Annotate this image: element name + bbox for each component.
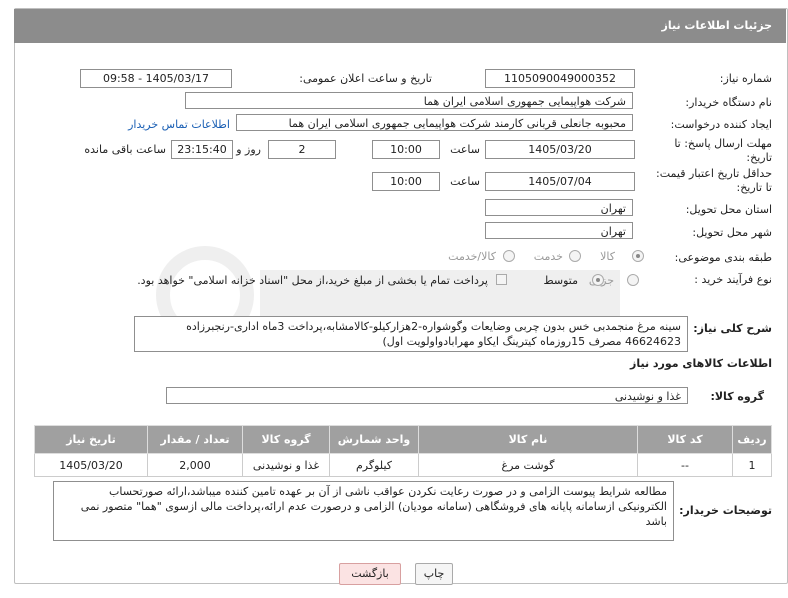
category-option-both: کالا/خدمت <box>448 250 496 263</box>
city-field: تهران <box>485 222 633 239</box>
announce-label: تاریخ و ساعت اعلان عمومی: <box>299 72 432 85</box>
buyer-notes-field: مطالعه شرایط پیوست الزامی و در صورت رعای… <box>53 481 674 541</box>
remaining-time-field: 23:15:40 <box>171 140 233 159</box>
cell-goods-name: گوشت مرغ <box>418 453 638 477</box>
purchase-type-label: نوع فرآیند خرید : <box>694 273 772 286</box>
price-validity-date-field: 1405/07/04 <box>485 172 635 191</box>
announce-field: 1405/03/17 - 09:58 <box>80 69 232 88</box>
reply-deadline-label-2: تاریخ: <box>746 151 772 164</box>
panel-header: جزئیات اطلاعات نیاز <box>14 9 786 43</box>
price-validity-time-field: 10:00 <box>372 172 440 191</box>
cell-quantity: 2,000 <box>147 453 243 477</box>
remaining-label: ساعت باقی مانده <box>84 143 166 156</box>
creator-label: ایجاد کننده درخواست: <box>670 118 772 131</box>
price-validity-label-1: حداقل تاریخ اعتبار قیمت: <box>656 167 772 180</box>
category-option-service: خدمت <box>533 250 563 263</box>
buyer-org-field: شرکت هواپیمایی جمهوری اسلامی ایران هما <box>185 92 633 109</box>
cell-row-number: 1 <box>732 453 772 477</box>
reply-date-field: 1405/03/20 <box>485 140 635 159</box>
reply-deadline-label-1: مهلت ارسال پاسخ: تا <box>674 137 772 150</box>
need-number-field: 1105090049000352 <box>485 69 635 88</box>
th-goods-name: نام کالا <box>418 425 638 454</box>
description-field: سینه مرغ منجمدبی خس بدون چربی وضایعات وگ… <box>134 316 688 352</box>
treasury-checkbox[interactable] <box>496 274 507 285</box>
cell-unit: کیلوگرم <box>329 453 419 477</box>
province-field: تهران <box>485 199 633 216</box>
th-quantity: تعداد / مقدار <box>147 425 243 454</box>
cell-need-date: 1405/03/20 <box>34 453 148 477</box>
goods-info-title: اطلاعات کالاهای مورد نیاز <box>630 357 772 370</box>
category-label: طبقه بندی موضوعی: <box>674 251 772 264</box>
reply-days-label: روز و <box>236 143 261 156</box>
th-need-date: تاریخ نیاز <box>34 425 148 454</box>
category-radio-both[interactable] <box>503 250 515 262</box>
province-label: استان محل تحویل: <box>685 203 772 216</box>
goods-group-field: غذا و نوشیدنی <box>166 387 688 404</box>
buyer-org-label: نام دستگاه خریدار: <box>685 96 772 109</box>
table-row: 1 -- گوشت مرغ کیلوگرم غذا و نوشیدنی 2,00… <box>34 453 772 477</box>
goods-group-label: گروه کالا: <box>710 390 764 403</box>
category-radio-service[interactable] <box>569 250 581 262</box>
buyer-notes-label: توضیحات خریدار: <box>679 504 772 517</box>
category-option-goods: کالا <box>600 250 615 263</box>
description-label: شرح کلی نیاز: <box>693 322 772 335</box>
city-label: شهر محل تحویل: <box>692 226 772 239</box>
reply-time-field: 10:00 <box>372 140 440 159</box>
purchase-radio-medium[interactable] <box>592 274 604 286</box>
cell-goods-group: غذا و نوشیدنی <box>242 453 330 477</box>
back-button[interactable]: بازگشت <box>339 563 401 585</box>
table-header-row: ردیف کد کالا نام کالا واحد شمارش گروه کا… <box>34 425 772 454</box>
reply-days-field: 2 <box>268 140 336 159</box>
purchase-option-medium: متوسط <box>543 274 578 287</box>
need-number-label: شماره نیاز: <box>719 72 772 85</box>
price-validity-time-label: ساعت <box>450 175 480 188</box>
purchase-radio-minor[interactable] <box>627 274 639 286</box>
th-unit: واحد شمارش <box>329 425 419 454</box>
th-goods-code: کد کالا <box>637 425 733 454</box>
cell-goods-code: -- <box>637 453 733 477</box>
buyer-contact-link[interactable]: اطلاعات تماس خریدار <box>128 118 230 131</box>
print-button[interactable]: چاپ <box>415 563 453 585</box>
category-radio-goods[interactable] <box>632 250 644 262</box>
reply-time-label: ساعت <box>450 143 480 156</box>
th-row-number: ردیف <box>732 425 772 454</box>
panel-title: جزئیات اطلاعات نیاز <box>661 19 773 32</box>
price-validity-label-2: تا تاریخ: <box>736 181 772 194</box>
th-goods-group: گروه کالا <box>242 425 330 454</box>
treasury-note: پرداخت تمام یا بخشی از مبلغ خرید،از محل … <box>137 274 488 287</box>
creator-field: محبوبه جانعلی قربانی کارمند شرکت هواپیما… <box>236 114 633 131</box>
goods-table: ردیف کد کالا نام کالا واحد شمارش گروه کا… <box>34 425 772 477</box>
